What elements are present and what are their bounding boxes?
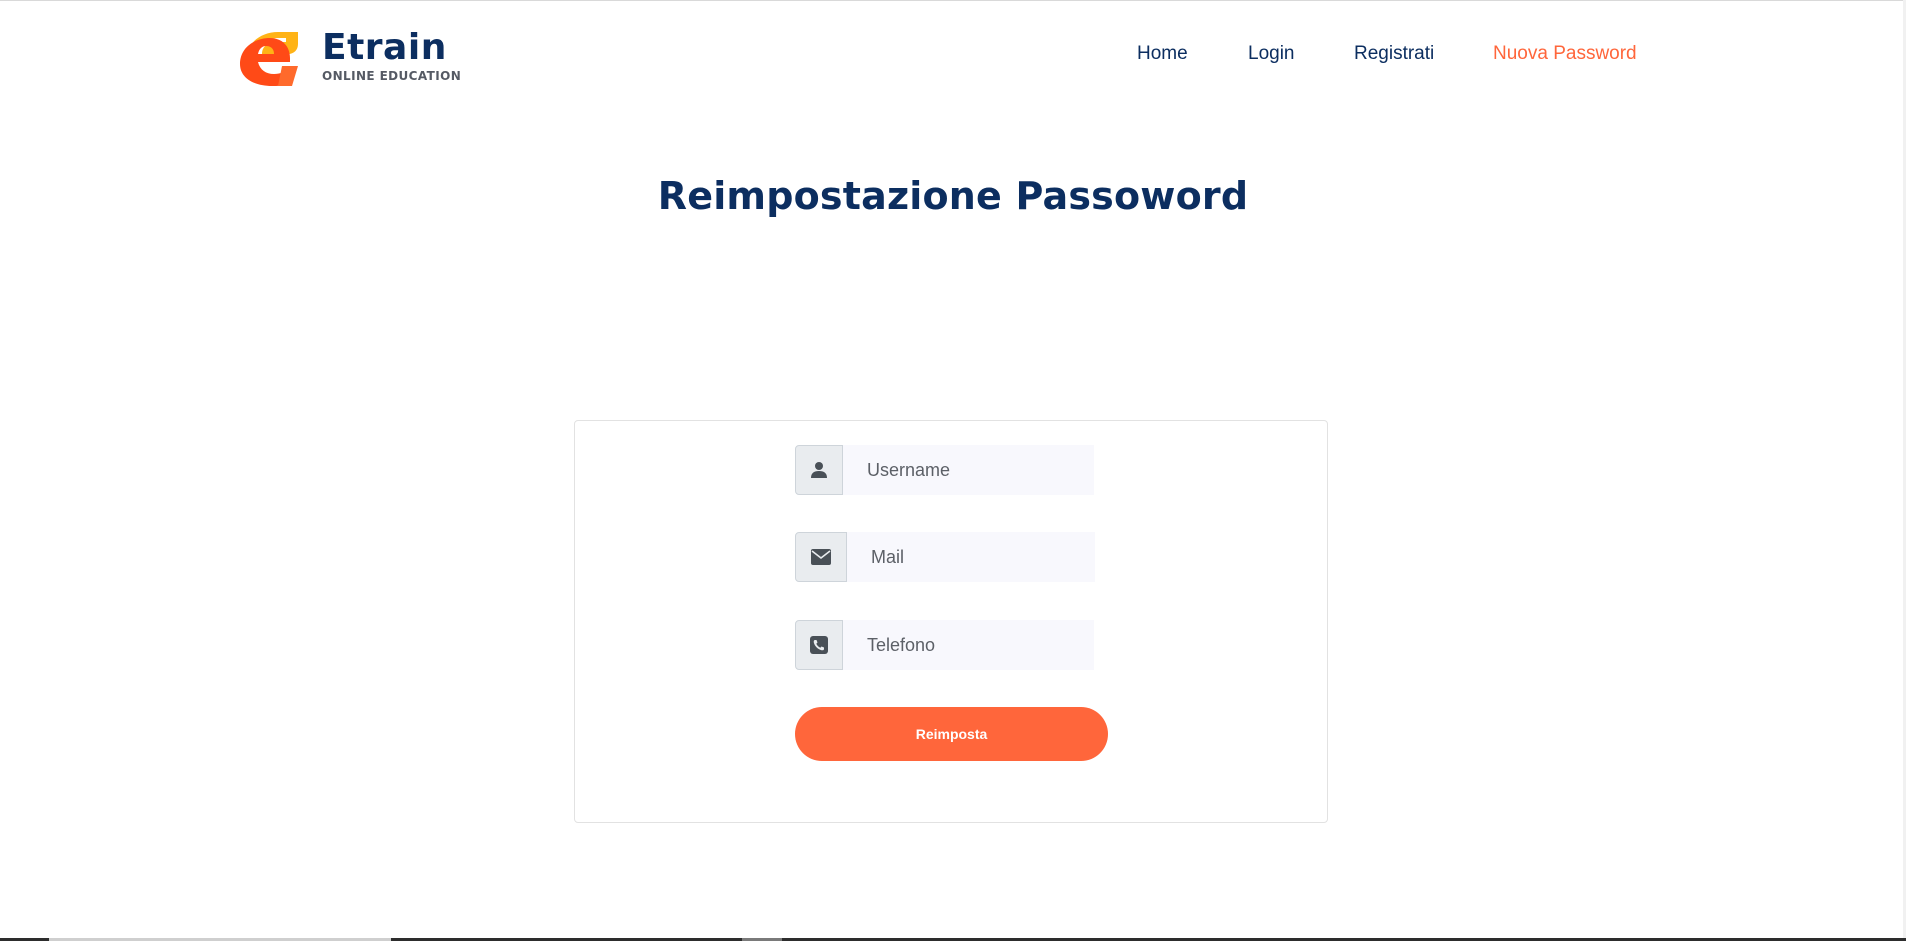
nav-item-registrati[interactable]: Registrati xyxy=(1354,43,1434,65)
telefono-field-group xyxy=(795,620,1094,670)
username-field-group xyxy=(795,445,1094,495)
mail-field-group xyxy=(795,532,1095,582)
nav-item-nuova-password[interactable]: Nuova Password xyxy=(1493,43,1637,65)
reimposta-button[interactable]: Reimposta xyxy=(795,707,1108,761)
brand-tagline: ONLINE EDUCATION xyxy=(322,69,462,83)
top-divider xyxy=(0,0,1906,1)
envelope-icon xyxy=(795,532,847,582)
main-nav: Home Login Registrati Nuova Password xyxy=(0,43,1906,69)
page: Etrain ONLINE EDUCATION Home Login Regis… xyxy=(0,0,1906,941)
user-icon xyxy=(795,445,843,495)
username-input[interactable] xyxy=(843,445,1094,495)
mail-input[interactable] xyxy=(847,532,1095,582)
nav-item-login[interactable]: Login xyxy=(1248,43,1295,65)
phone-icon xyxy=(795,620,843,670)
telefono-input[interactable] xyxy=(843,620,1094,670)
nav-item-home[interactable]: Home xyxy=(1137,43,1188,65)
page-title: Reimpostazione Passoword xyxy=(657,174,1249,218)
